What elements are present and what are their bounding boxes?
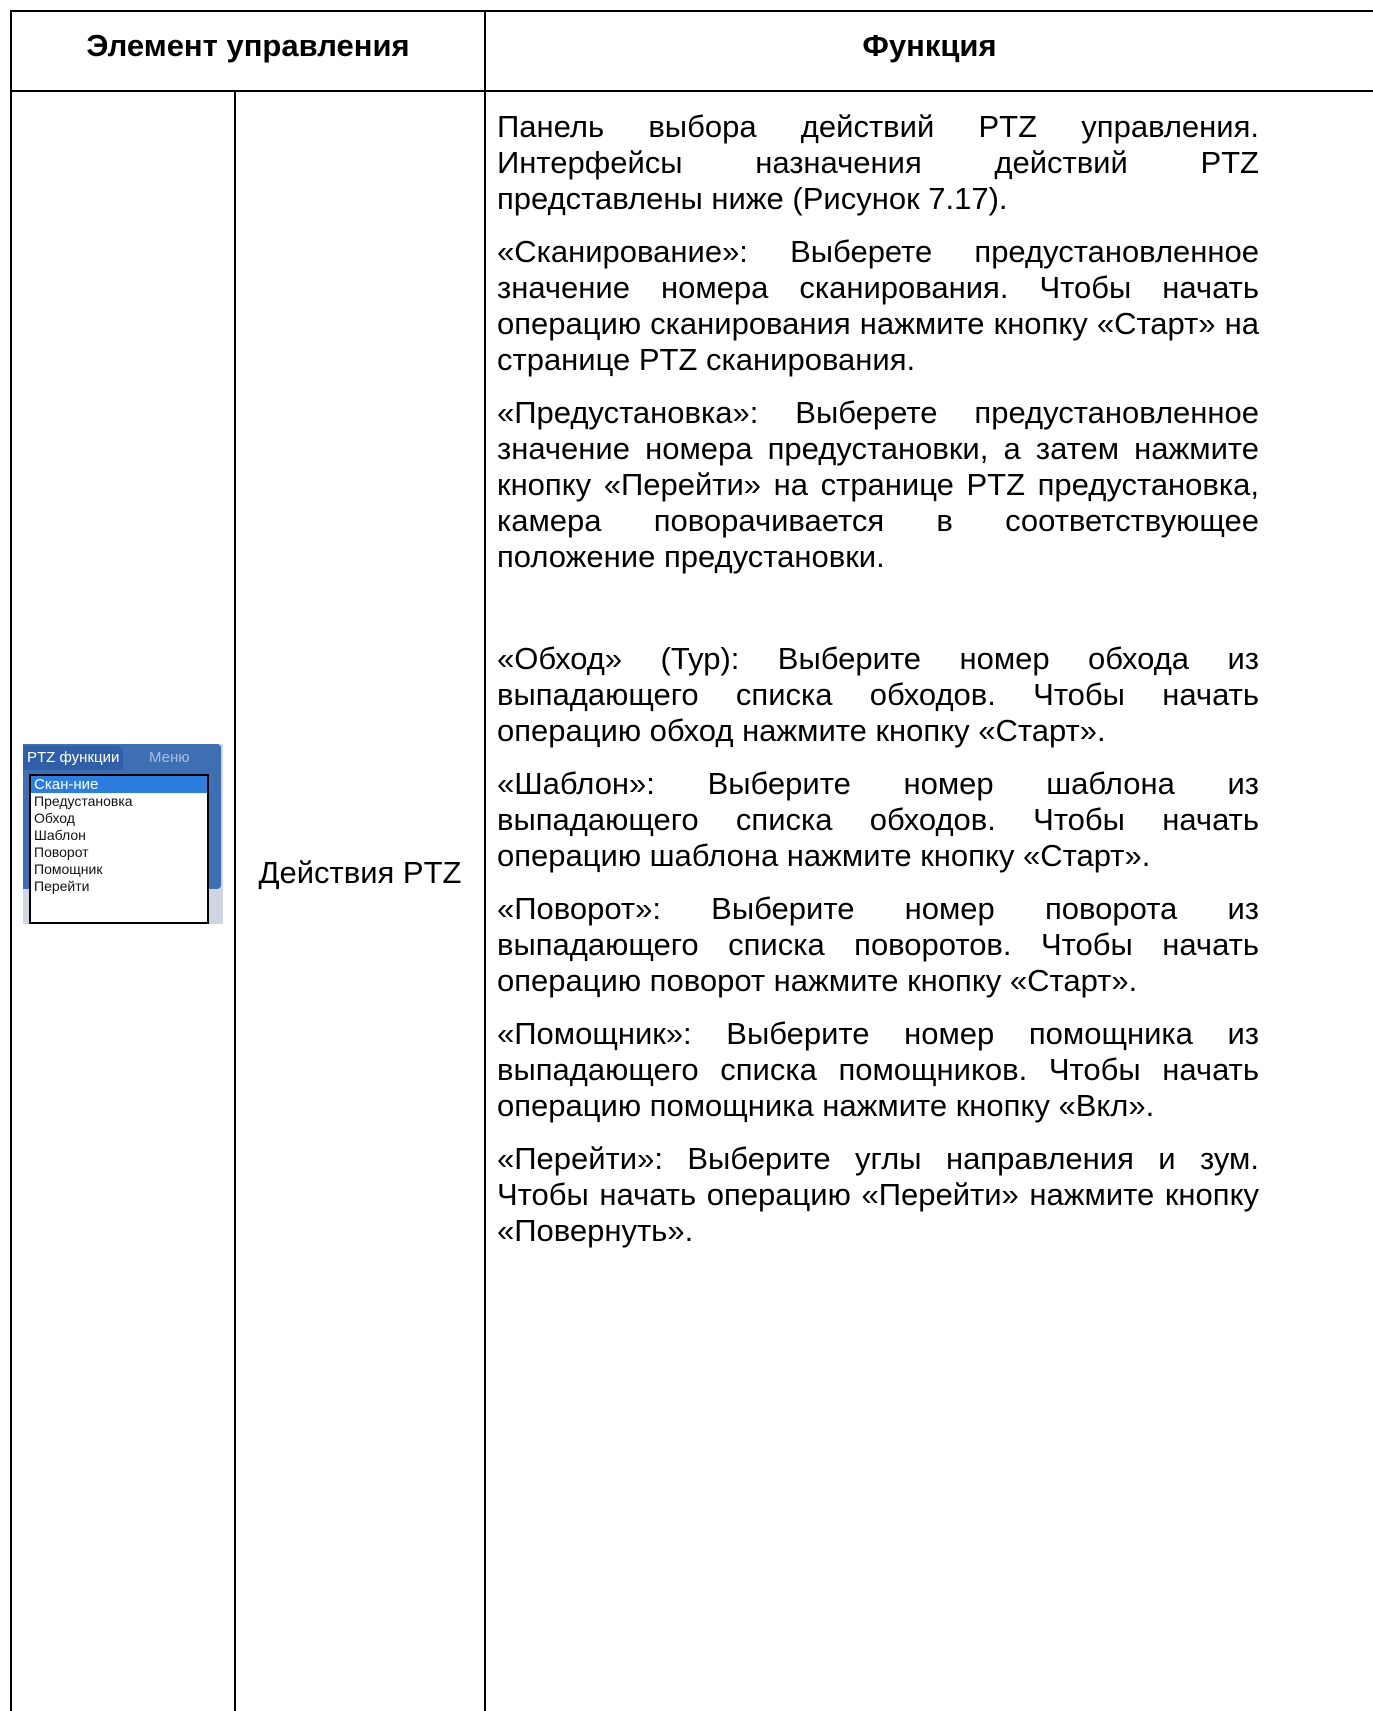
table-border-left: [10, 10, 12, 1711]
dropdown-option-assistant[interactable]: Помощник: [31, 861, 207, 878]
paragraph-scan: «Сканирование»: Выберете предустановленн…: [497, 234, 1259, 377]
dropdown-option-rotate[interactable]: Поворот: [31, 844, 207, 861]
control-label: Действия PTZ: [258, 855, 462, 890]
tab-menu[interactable]: Меню: [149, 746, 190, 770]
ptz-action-dropdown[interactable]: Скан-ние Предустановка Обход Шаблон Пово…: [29, 774, 209, 924]
paragraph-pattern: «Шаблон»: Выберите номер шаблона из выпа…: [497, 766, 1259, 873]
dropdown-option-scan[interactable]: Скан-ние: [31, 776, 207, 793]
dropdown-option-pattern[interactable]: Шаблон: [31, 827, 207, 844]
dropdown-option-goto[interactable]: Перейти: [31, 878, 207, 895]
dropdown-option-preset[interactable]: Предустановка: [31, 793, 207, 810]
paragraph-rotate: «Поворот»: Выберите номер поворота из вы…: [497, 891, 1259, 998]
dropdown-option-tour[interactable]: Обход: [31, 810, 207, 827]
paragraph-assistant: «Помощник»: Выберите номер помощника из …: [497, 1016, 1259, 1123]
paragraph-intro: Панель выбора действий PTZ управления. И…: [497, 109, 1259, 216]
header-divider: [10, 90, 1373, 92]
ptz-actions-thumbnail: PTZ функции Меню Скан-ние Предустановка …: [23, 744, 223, 924]
header-control: Элемент управления: [86, 28, 410, 63]
header-function: Функция: [862, 28, 997, 63]
paragraph-tour: «Обход» (Тур): Выберите номер обхода из …: [497, 641, 1259, 748]
tab-ptz-functions[interactable]: PTZ функции: [23, 746, 123, 770]
function-description: Панель выбора действий PTZ управления. И…: [497, 109, 1259, 1266]
paragraph-preset: «Предустановка»: Выберете предустановлен…: [497, 395, 1259, 574]
paragraph-goto: «Перейти»: Выберите углы направления и з…: [497, 1141, 1259, 1248]
column-divider-sub: [234, 90, 236, 1711]
